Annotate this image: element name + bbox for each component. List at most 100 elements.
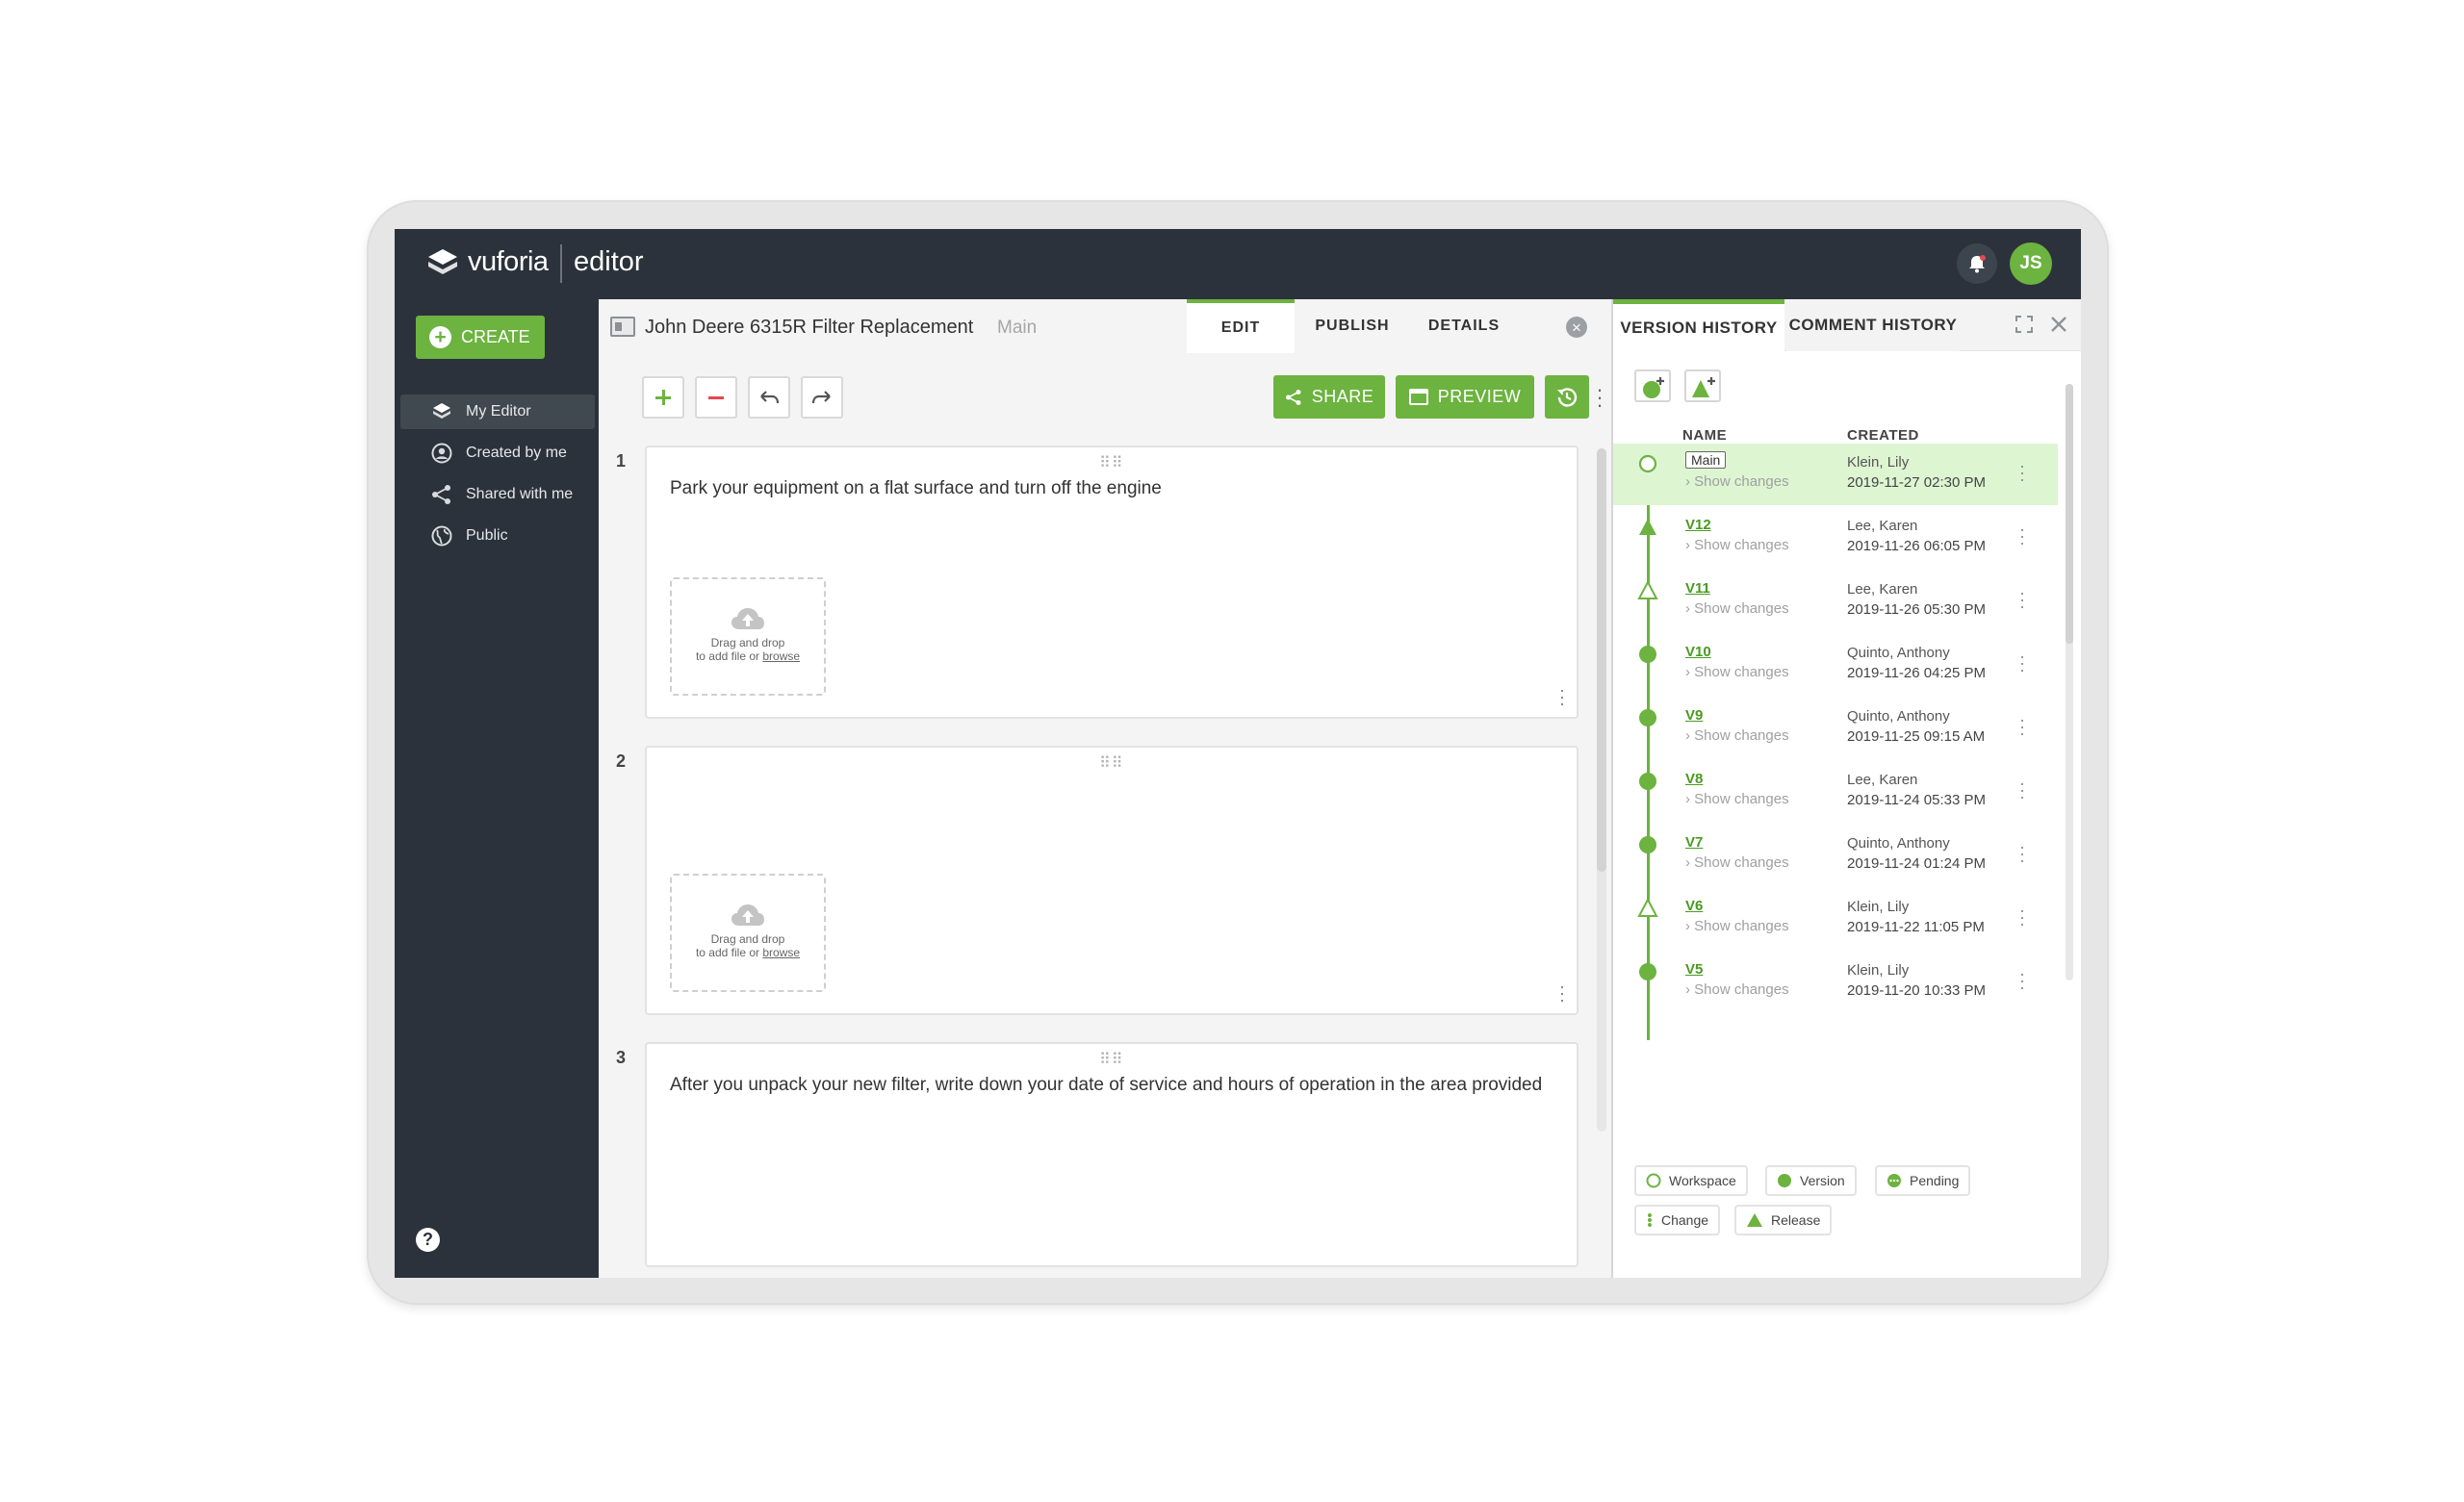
version-dot-icon (1639, 646, 1656, 663)
pending-icon (1887, 1174, 1901, 1187)
sidebar-item-created-by-me[interactable]: Created by me (400, 436, 595, 471)
version-row[interactable]: V6 › Show changes Klein, Lily 2019-11-22 11… (1613, 888, 2081, 950)
add-step-button[interactable] (642, 376, 684, 419)
show-changes-toggle[interactable]: › Show changes (1685, 727, 1789, 744)
undo-icon (760, 391, 780, 404)
create-button[interactable]: + CREATE (416, 316, 545, 359)
version-history-button[interactable] (1545, 375, 1589, 419)
editor-more-icon[interactable]: · · · (1595, 379, 1604, 416)
version-name[interactable]: Main (1685, 451, 1727, 469)
undo-button[interactable] (748, 376, 790, 419)
step-text[interactable]: After you unpack your new filter, write … (670, 1073, 1555, 1097)
tab-version-history[interactable]: VERSION HISTORY (1613, 299, 1784, 351)
chevron-right-icon: › (1685, 918, 1695, 934)
sidebar-item-public[interactable]: Public (400, 519, 595, 553)
add-version-button[interactable] (1634, 369, 1671, 402)
show-changes-label: Show changes (1694, 918, 1789, 934)
version-row[interactable]: V12 › Show changes Lee, Karen 2019-11-26 06… (1613, 507, 2081, 569)
tab-edit[interactable]: EDIT (1187, 299, 1295, 353)
show-changes-toggle[interactable]: › Show changes (1685, 791, 1789, 807)
version-name[interactable]: V7 (1685, 834, 1703, 851)
version-menu-icon[interactable]: · · · (2019, 775, 2025, 805)
show-changes-toggle[interactable]: › Show changes (1685, 854, 1789, 871)
step-text[interactable]: Park your equipment on a flat surface an… (670, 476, 1555, 500)
user-avatar[interactable]: JS (2010, 242, 2052, 285)
preview-button[interactable]: PREVIEW (1396, 375, 1534, 419)
legend-version: Version (1765, 1165, 1857, 1196)
version-menu-icon[interactable]: · · · (2019, 838, 2025, 869)
version-row[interactable]: Main › Show changes Klein, Lily 2019-11-27 … (1613, 444, 2058, 505)
version-row[interactable]: V5 › Show changes Klein, Lily 2019-11-20 10… (1613, 952, 2081, 1013)
step-card-1[interactable]: ⠿⠿ Park your equipment on a flat surface… (645, 446, 1578, 719)
browse-link[interactable]: browse (762, 649, 800, 663)
show-changes-label: Show changes (1694, 791, 1789, 807)
browse-link[interactable]: browse (762, 946, 800, 959)
version-menu-icon[interactable]: · · · (2019, 521, 2025, 551)
version-row[interactable]: V7 › Show changes Quinto, Anthony 2019-11-2… (1613, 825, 2081, 886)
redo-button[interactable] (801, 376, 843, 419)
dropzone-instruction: to add file or (695, 649, 759, 663)
version-name[interactable]: V5 (1685, 961, 1703, 978)
cloud-upload-icon (732, 904, 764, 926)
show-changes-toggle[interactable]: › Show changes (1685, 664, 1789, 680)
share-button[interactable]: SHARE (1273, 375, 1385, 419)
step-menu-icon[interactable]: · · · (1559, 681, 1565, 712)
sidebar-item-shared-with-me[interactable]: Shared with me (400, 477, 595, 512)
version-author: Lee, Karen (1847, 772, 1918, 788)
tab-publish[interactable]: PUBLISH (1298, 299, 1406, 353)
show-changes-toggle[interactable]: › Show changes (1685, 537, 1789, 553)
version-menu-icon[interactable]: · · · (2019, 965, 2025, 996)
tab-details[interactable]: DETAILS (1410, 299, 1518, 353)
notifications-button[interactable] (1957, 243, 1997, 284)
version-menu-icon[interactable]: · · · (2019, 711, 2025, 742)
version-row[interactable]: V8 › Show changes Lee, Karen 2019-11-24 05:… (1613, 761, 2081, 823)
step-card-2[interactable]: ⠿⠿ Drag and drop to add file or browse ·… (645, 746, 1578, 1015)
step-card-3[interactable]: ⠿⠿ After you unpack your new filter, wri… (645, 1042, 1578, 1267)
version-date: 2019-11-24 01:24 PM (1847, 855, 1986, 872)
version-name[interactable]: V10 (1685, 644, 1711, 660)
show-changes-toggle[interactable]: › Show changes (1685, 918, 1789, 934)
show-changes-toggle[interactable]: › Show changes (1685, 473, 1789, 490)
version-name[interactable]: V12 (1685, 517, 1711, 533)
tab-comment-history[interactable]: COMMENT HISTORY (1786, 299, 1960, 351)
file-dropzone[interactable]: Drag and drop to add file or browse (670, 874, 826, 992)
user-circle-icon (431, 443, 452, 464)
step-menu-icon[interactable]: · · · (1559, 978, 1565, 1008)
show-changes-label: Show changes (1694, 473, 1789, 490)
help-icon[interactable]: ? (416, 1228, 440, 1252)
history-clock-icon (1557, 387, 1578, 407)
version-name[interactable]: V8 (1685, 771, 1703, 787)
sidebar-item-my-editor[interactable]: My Editor (400, 395, 595, 429)
version-row[interactable]: V11 › Show changes Lee, Karen 2019-11-26 05… (1613, 571, 2081, 632)
version-author: Klein, Lily (1847, 454, 1910, 471)
file-dropzone[interactable]: Drag and drop to add file or browse (670, 577, 826, 696)
layers-icon (433, 403, 450, 419)
chevron-right-icon: › (1685, 727, 1695, 744)
drag-handle-icon[interactable]: ⠿⠿ (1099, 453, 1123, 472)
column-header-created: CREATED (1847, 427, 1919, 444)
close-document-icon[interactable]: × (1566, 317, 1587, 338)
drag-handle-icon[interactable]: ⠿⠿ (1099, 1050, 1123, 1069)
editor-scrollbar-thumb[interactable] (1597, 448, 1606, 872)
drag-handle-icon[interactable]: ⠿⠿ (1099, 753, 1123, 773)
close-panel-icon[interactable] (2048, 314, 2069, 335)
show-changes-toggle[interactable]: › Show changes (1685, 600, 1789, 617)
document-title: John Deere 6315R Filter Replacement (645, 317, 974, 338)
version-menu-icon[interactable]: · · · (2019, 648, 2025, 678)
version-name[interactable]: V11 (1685, 580, 1710, 597)
version-menu-icon[interactable]: · · · (2019, 457, 2025, 488)
version-menu-icon[interactable]: · · · (2019, 584, 2025, 615)
expand-icon[interactable] (2014, 314, 2035, 335)
version-row[interactable]: V10 › Show changes Quinto, Anthony 2019-11-… (1613, 634, 2081, 696)
remove-step-button[interactable] (695, 376, 737, 419)
version-name[interactable]: V6 (1685, 898, 1703, 914)
add-release-button[interactable] (1684, 369, 1721, 402)
legend-label: Release (1771, 1212, 1821, 1228)
show-changes-toggle[interactable]: › Show changes (1685, 981, 1789, 998)
version-menu-icon[interactable]: · · · (2019, 902, 2025, 932)
add-version-icon (1643, 377, 1664, 398)
change-dots-icon (1648, 1213, 1652, 1227)
chevron-right-icon: › (1685, 854, 1695, 871)
version-name[interactable]: V9 (1685, 707, 1703, 724)
version-row[interactable]: V9 › Show changes Quinto, Anthony 2019-11-2… (1613, 698, 2081, 759)
